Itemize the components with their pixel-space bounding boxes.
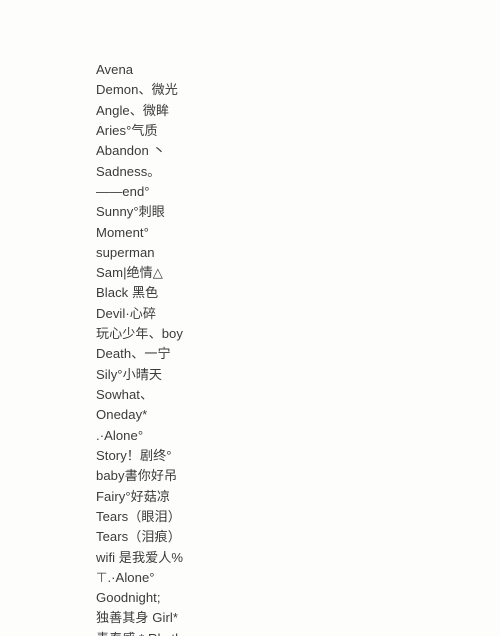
nickname-item: Oneday* [96, 407, 148, 423]
nickname-item: Sadness。 [96, 163, 161, 179]
nickname-item: 青春感 * Rhythm [96, 629, 456, 636]
nickname-item: Sowhat、 [96, 387, 154, 402]
nickname-item: superman [96, 244, 155, 260]
nickname-item: Tears（眼泪） [96, 508, 181, 524]
nickname-item: Aries°气质 [96, 122, 158, 138]
nickname-item: Angle、微眸 [96, 102, 170, 118]
nickname-item: Tears（泪痕） [96, 529, 181, 545]
nickname-item: wifi 是我爱人% [96, 549, 184, 565]
nickname-item: .·Alone° [96, 427, 144, 443]
nickname-item: ——end° [96, 183, 150, 199]
nickname-item: Black 黑色 [96, 285, 159, 301]
nickname-item: Sam|绝情△ [96, 265, 163, 281]
document-page: Avena Demon、微光 Angle、微眸 Aries°气质 Abandon 丶 Sa… [0, 0, 500, 636]
nickname-item: ⊤.·Alone° [96, 569, 155, 585]
nickname-item: Sily°小晴天 [96, 366, 163, 382]
nickname-item: Moment° [96, 224, 149, 240]
nickname-item: baby書你好吊 [96, 468, 178, 484]
nickname-item: Goodnight; [96, 590, 161, 606]
nickname-item: 独善其身 Girl* [96, 610, 178, 626]
nickname-item: Sunny°刺眼 [96, 204, 165, 220]
nickname-item: Demon、微光 [96, 82, 178, 98]
nickname-item: Fairy°好菇凉 [96, 488, 171, 504]
nickname-item: Devil·心碎 [96, 305, 157, 321]
nickname-item: Avena [96, 62, 134, 77]
nickname-item: Story！剧终° [96, 447, 172, 463]
nickname-item: Death、一宁 [96, 346, 171, 362]
nickname-item: 玩心少年、boy [96, 326, 183, 342]
nickname-list: Avena Demon、微光 Angle、微眸 Aries°气质 Abandon 丶 Sa… [96, 60, 456, 636]
nickname-item: Abandon 丶 [96, 143, 166, 159]
